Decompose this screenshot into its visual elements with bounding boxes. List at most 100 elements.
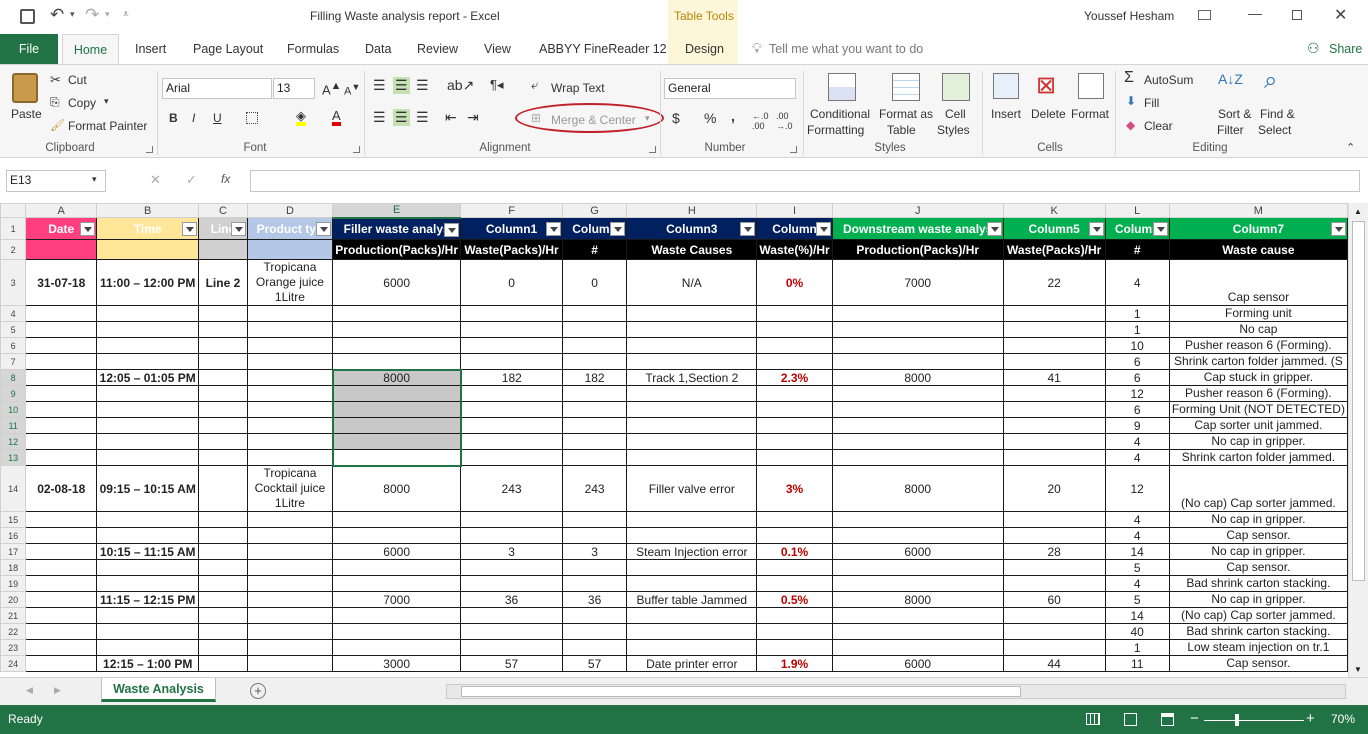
cell-styles-button[interactable]: Cell xyxy=(945,107,966,121)
table-cell[interactable] xyxy=(562,321,628,338)
table-header-cell[interactable]: Column1 xyxy=(460,217,563,240)
table-cell[interactable]: Shrink carton folder jammed. (S xyxy=(1169,353,1348,370)
table-cell[interactable]: Cap sensor. xyxy=(1169,655,1348,672)
table-cell[interactable] xyxy=(1003,575,1106,592)
table-subheader-cell[interactable]: Waste Causes xyxy=(626,239,758,260)
table-cell[interactable] xyxy=(756,575,833,592)
table-cell[interactable] xyxy=(756,623,833,640)
table-cell[interactable] xyxy=(832,639,1004,656)
table-cell[interactable] xyxy=(25,369,98,386)
table-cell[interactable]: 12 xyxy=(1105,385,1170,402)
conditional-formatting-button[interactable]: Conditional xyxy=(810,107,870,121)
table-cell[interactable]: 3000 xyxy=(332,655,462,672)
table-cell[interactable] xyxy=(626,417,758,434)
sheet-tab-waste-analysis[interactable]: Waste Analysis xyxy=(101,678,216,702)
table-cell[interactable] xyxy=(832,449,1004,466)
table-cell[interactable] xyxy=(626,527,758,544)
table-cell[interactable] xyxy=(247,575,334,592)
table-cell[interactable] xyxy=(96,417,200,434)
table-cell[interactable] xyxy=(562,433,628,450)
table-header-cell[interactable]: Column xyxy=(756,217,833,240)
user-name[interactable]: Youssef Hesham xyxy=(1084,9,1174,23)
table-cell[interactable]: 243 xyxy=(460,465,563,512)
column-header[interactable]: C xyxy=(198,203,248,218)
table-cell[interactable]: No cap in gripper. xyxy=(1169,591,1348,608)
vertical-scrollbar[interactable]: ▲ ▼ xyxy=(1348,203,1368,677)
table-cell[interactable] xyxy=(198,527,248,544)
table-cell[interactable] xyxy=(1003,607,1106,624)
table-cell[interactable] xyxy=(756,607,833,624)
table-subheader-cell[interactable]: Production(Packs)/Hr xyxy=(332,239,462,260)
zoom-slider[interactable] xyxy=(1204,720,1304,721)
table-cell[interactable]: Pusher reason 6 (Forming). xyxy=(1169,337,1348,354)
table-cell[interactable]: Bad shrink carton stacking. xyxy=(1169,575,1348,592)
column-header[interactable]: A xyxy=(25,203,98,218)
table-cell[interactable]: 4 xyxy=(1105,449,1170,466)
table-header-cell[interactable]: Date xyxy=(25,217,98,240)
table-cell[interactable] xyxy=(460,433,563,450)
row-header[interactable]: 8 xyxy=(0,369,27,386)
table-cell[interactable] xyxy=(832,623,1004,640)
table-cell[interactable] xyxy=(198,353,248,370)
table-cell[interactable]: No cap xyxy=(1169,321,1348,338)
table-cell[interactable] xyxy=(332,511,462,528)
table-cell[interactable] xyxy=(756,321,833,338)
decrease-decimal-icon[interactable]: .00 →.0 xyxy=(776,111,793,131)
table-cell[interactable] xyxy=(247,305,334,322)
table-cell[interactable] xyxy=(198,321,248,338)
find-select-button[interactable]: Find & xyxy=(1260,107,1295,121)
table-cell[interactable]: 57 xyxy=(562,655,628,672)
row-header[interactable]: 18 xyxy=(0,559,27,576)
column-header[interactable]: G xyxy=(561,203,628,218)
table-cell[interactable]: 41 xyxy=(1003,369,1106,386)
table-cell[interactable]: 11:15 – 12:15 PM xyxy=(96,591,200,608)
table-cell[interactable]: 3 xyxy=(460,543,563,560)
table-cell[interactable] xyxy=(1003,337,1106,354)
collapse-ribbon-icon[interactable]: ⌃ xyxy=(1346,141,1355,154)
table-cell[interactable]: 28 xyxy=(1003,543,1106,560)
next-sheet-icon[interactable]: ▶ xyxy=(54,685,61,696)
table-cell[interactable]: Forming Unit (NOT DETECTED) xyxy=(1169,401,1348,418)
row-header[interactable]: 15 xyxy=(0,511,27,528)
fill-color-icon[interactable]: ◈ xyxy=(296,109,306,126)
tab-design[interactable]: Design xyxy=(676,34,733,64)
table-subheader-cell[interactable] xyxy=(96,239,200,260)
table-cell[interactable] xyxy=(25,401,98,418)
table-cell[interactable] xyxy=(562,337,628,354)
table-subheader-cell[interactable]: Waste(Packs)/Hr xyxy=(1003,239,1106,260)
delete-cells-button[interactable]: Delete xyxy=(1031,107,1066,121)
table-cell[interactable] xyxy=(25,655,98,672)
filter-dropdown-icon[interactable] xyxy=(230,222,246,236)
table-cell[interactable]: 0.5% xyxy=(756,591,833,608)
table-cell[interactable]: 2.3% xyxy=(756,369,833,386)
row-header[interactable]: 13 xyxy=(0,449,27,466)
table-cell[interactable] xyxy=(198,655,248,672)
column-header[interactable]: I xyxy=(756,203,833,218)
increase-indent-icon[interactable]: ⇥ xyxy=(467,109,479,126)
table-cell[interactable] xyxy=(247,655,334,672)
formula-input[interactable] xyxy=(250,170,1360,192)
tab-file[interactable]: File xyxy=(0,34,58,64)
table-cell[interactable] xyxy=(25,417,98,434)
column-header[interactable]: H xyxy=(626,203,758,218)
column-header[interactable]: F xyxy=(460,203,563,218)
table-cell[interactable]: 0 xyxy=(562,259,628,306)
table-cell[interactable] xyxy=(460,511,563,528)
tab-view[interactable]: View xyxy=(475,34,520,64)
table-cell[interactable] xyxy=(1003,511,1106,528)
row-header[interactable]: 9 xyxy=(0,385,27,402)
column-header[interactable]: D xyxy=(246,203,334,218)
table-cell[interactable]: 1 xyxy=(1105,305,1170,322)
row-header[interactable]: 12 xyxy=(0,433,27,450)
table-header-cell[interactable]: Column7 xyxy=(1169,217,1348,240)
minimize-icon[interactable]: — xyxy=(1248,5,1262,21)
table-cell[interactable]: N/A xyxy=(626,259,758,306)
orientation-icon[interactable]: ab↗ xyxy=(447,77,474,94)
table-subheader-cell[interactable] xyxy=(198,239,248,260)
font-color-icon[interactable]: A xyxy=(332,109,341,126)
row-header[interactable]: 4 xyxy=(0,305,27,322)
table-cell[interactable]: 14 xyxy=(1105,543,1170,560)
table-cell[interactable] xyxy=(25,353,98,370)
table-cell[interactable] xyxy=(562,511,628,528)
table-cell[interactable]: 20 xyxy=(1003,465,1106,512)
